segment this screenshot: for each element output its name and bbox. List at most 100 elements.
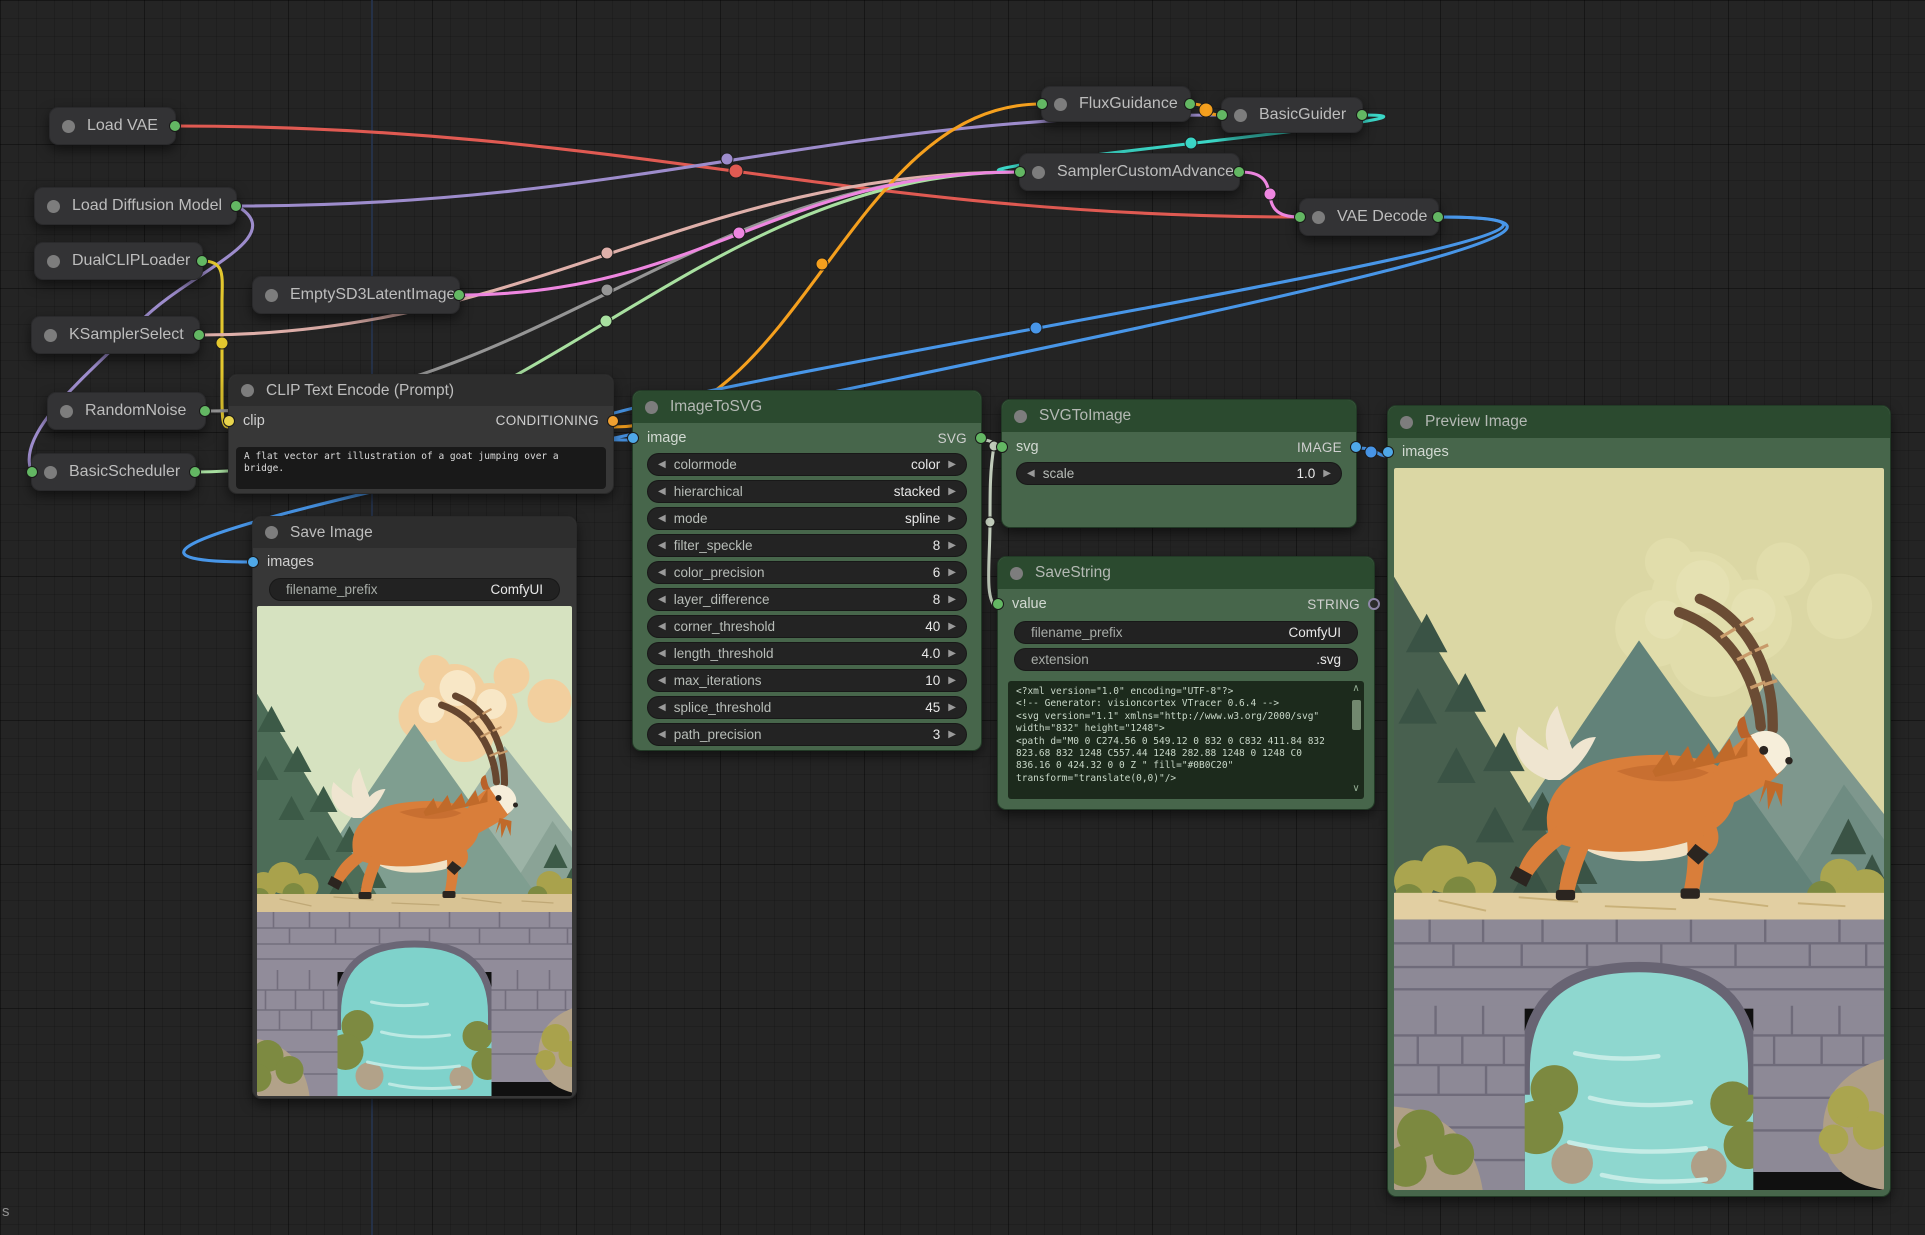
increment-arrow-icon[interactable] xyxy=(948,460,956,470)
output-port[interactable] xyxy=(1432,211,1444,223)
widget-corner-threshold[interactable]: corner_threshold 40 xyxy=(647,615,967,638)
output-port[interactable] xyxy=(199,405,211,417)
collapse-toggle-icon[interactable] xyxy=(1054,98,1067,111)
node-graph-canvas[interactable]: Load VAE Load Diffusion Model DualCLIPLo… xyxy=(0,0,1925,1235)
decrement-arrow-icon[interactable] xyxy=(658,649,666,659)
input-port[interactable] xyxy=(1294,211,1306,223)
svg-string-textarea[interactable]: <?xml version="1.0" encoding="UTF-8"?> <… xyxy=(1008,681,1364,799)
output-port[interactable] xyxy=(196,255,208,267)
node-flux-guidance[interactable]: FluxGuidance xyxy=(1041,86,1191,122)
node-header[interactable]: Save Image xyxy=(253,517,576,548)
collapse-toggle-icon[interactable] xyxy=(47,200,60,213)
output-port[interactable] xyxy=(1233,166,1245,178)
scroll-down-icon[interactable] xyxy=(1352,784,1359,794)
scrollbar-thumb[interactable] xyxy=(1352,700,1361,730)
collapse-toggle-icon[interactable] xyxy=(1400,416,1413,429)
widget-filter-speckle[interactable]: filter_speckle 8 xyxy=(647,534,967,557)
node-vae-decode[interactable]: VAE Decode xyxy=(1299,198,1439,236)
increment-arrow-icon[interactable] xyxy=(948,649,956,659)
increment-arrow-icon[interactable] xyxy=(948,514,956,524)
collapse-toggle-icon[interactable] xyxy=(1032,166,1045,179)
image-output-port[interactable] xyxy=(1350,441,1362,453)
widget-length-threshold[interactable]: length_threshold 4.0 xyxy=(647,642,967,665)
increment-arrow-icon[interactable] xyxy=(948,595,956,605)
node-ksampler-select[interactable]: KSamplerSelect xyxy=(31,316,200,354)
input-port[interactable] xyxy=(1014,166,1026,178)
widget-color-precision[interactable]: color_precision 6 xyxy=(647,561,967,584)
node-header[interactable]: SaveString xyxy=(998,557,1374,589)
decrement-arrow-icon[interactable] xyxy=(658,730,666,740)
output-port[interactable] xyxy=(1356,109,1368,121)
decrement-arrow-icon[interactable] xyxy=(658,622,666,632)
increment-arrow-icon[interactable] xyxy=(948,622,956,632)
widget-mode[interactable]: mode spline xyxy=(647,507,967,530)
filename-prefix-field[interactable]: filename_prefix ComfyUI xyxy=(269,578,560,601)
decrement-arrow-icon[interactable] xyxy=(658,703,666,713)
output-port[interactable] xyxy=(169,120,181,132)
node-image-to-svg[interactable]: ImageToSVG image SVG colormode color hie… xyxy=(632,390,982,751)
input-port[interactable] xyxy=(1036,98,1048,110)
input-port[interactable] xyxy=(1216,109,1228,121)
collapse-toggle-icon[interactable] xyxy=(1234,109,1247,122)
node-load-vae[interactable]: Load VAE xyxy=(49,107,176,145)
collapse-toggle-icon[interactable] xyxy=(241,384,254,397)
output-port[interactable] xyxy=(193,329,205,341)
increment-arrow-icon[interactable] xyxy=(948,676,956,686)
collapse-toggle-icon[interactable] xyxy=(1014,410,1027,423)
node-header[interactable]: SVGToImage xyxy=(1002,400,1356,432)
output-port[interactable] xyxy=(230,200,242,212)
decrement-arrow-icon[interactable] xyxy=(658,460,666,470)
node-random-noise[interactable]: RandomNoise xyxy=(47,392,206,430)
textarea-scrollbar[interactable] xyxy=(1350,684,1362,794)
collapse-toggle-icon[interactable] xyxy=(60,405,73,418)
decrement-arrow-icon[interactable] xyxy=(1027,469,1035,479)
node-basic-guider[interactable]: BasicGuider xyxy=(1221,97,1363,133)
collapse-toggle-icon[interactable] xyxy=(44,466,57,479)
node-dual-clip-loader[interactable]: DualCLIPLoader xyxy=(34,242,203,280)
output-port[interactable] xyxy=(453,289,465,301)
decrement-arrow-icon[interactable] xyxy=(658,541,666,551)
images-input-port[interactable] xyxy=(247,556,259,568)
decrement-arrow-icon[interactable] xyxy=(658,595,666,605)
svg-output-port[interactable] xyxy=(975,432,987,444)
widget-hierarchical[interactable]: hierarchical stacked xyxy=(647,480,967,503)
node-sampler-custom-advance[interactable]: SamplerCustomAdvance xyxy=(1019,153,1240,191)
collapse-toggle-icon[interactable] xyxy=(1312,211,1325,224)
node-svg-to-image[interactable]: SVGToImage svg IMAGE scale 1.0 xyxy=(1001,399,1357,528)
collapse-toggle-icon[interactable] xyxy=(265,289,278,302)
collapse-toggle-icon[interactable] xyxy=(1010,567,1023,580)
collapse-toggle-icon[interactable] xyxy=(645,401,658,414)
increment-arrow-icon[interactable] xyxy=(948,541,956,551)
increment-arrow-icon[interactable] xyxy=(948,487,956,497)
widget-colormode[interactable]: colormode color xyxy=(647,453,967,476)
decrement-arrow-icon[interactable] xyxy=(658,514,666,524)
prompt-textarea[interactable]: A flat vector art illustration of a goat… xyxy=(236,447,606,489)
value-input-port[interactable] xyxy=(992,598,1004,610)
node-empty-sd3-latent-image[interactable]: EmptySD3LatentImage xyxy=(252,276,460,314)
widget-layer-difference[interactable]: layer_difference 8 xyxy=(647,588,967,611)
decrement-arrow-icon[interactable] xyxy=(658,568,666,578)
node-load-diffusion-model[interactable]: Load Diffusion Model xyxy=(34,187,237,225)
node-basic-scheduler[interactable]: BasicScheduler xyxy=(31,453,196,491)
collapse-toggle-icon[interactable] xyxy=(62,120,75,133)
increment-arrow-icon[interactable] xyxy=(948,568,956,578)
widget-max-iterations[interactable]: max_iterations 10 xyxy=(647,669,967,692)
decrement-arrow-icon[interactable] xyxy=(658,676,666,686)
input-port[interactable] xyxy=(26,466,38,478)
widget-scale[interactable]: scale 1.0 xyxy=(1016,462,1342,485)
extension-field[interactable]: extension .svg xyxy=(1014,648,1358,671)
images-input-port[interactable] xyxy=(1382,446,1394,458)
node-header[interactable]: ImageToSVG xyxy=(633,391,981,423)
node-clip-text-encode[interactable]: CLIP Text Encode (Prompt) clip CONDITION… xyxy=(228,374,614,494)
increment-arrow-icon[interactable] xyxy=(1323,469,1331,479)
scroll-up-icon[interactable] xyxy=(1352,684,1359,694)
output-port[interactable] xyxy=(1184,98,1196,110)
conditioning-output-port[interactable] xyxy=(607,415,619,427)
widget-path-precision[interactable]: path_precision 3 xyxy=(647,723,967,746)
image-input-port[interactable] xyxy=(627,432,639,444)
node-save-image[interactable]: Save Image images filename_prefix ComfyU… xyxy=(252,516,577,1099)
collapse-toggle-icon[interactable] xyxy=(47,255,60,268)
filename-prefix-field[interactable]: filename_prefix ComfyUI xyxy=(1014,621,1358,644)
increment-arrow-icon[interactable] xyxy=(948,730,956,740)
node-preview-image[interactable]: Preview Image images xyxy=(1387,405,1891,1197)
